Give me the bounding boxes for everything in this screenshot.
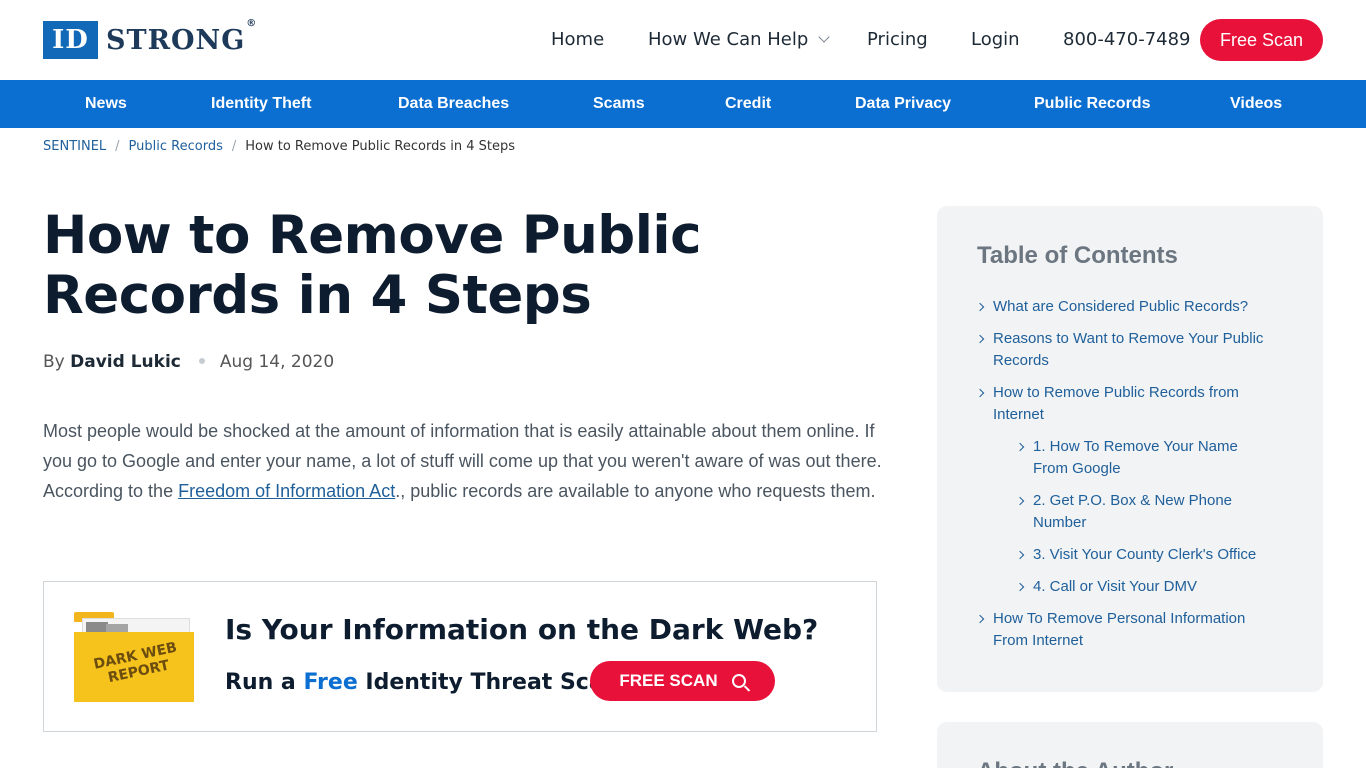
promo-sub-end: Identity Threat Scan <box>357 670 620 695</box>
category-data-breaches[interactable]: Data Breaches <box>398 80 509 128</box>
chevron-right-icon <box>1015 582 1025 592</box>
table-of-contents: Table of Contents What are Considered Pu… <box>937 206 1323 692</box>
toc-subitem[interactable]: 3. Visit Your County Clerk's Office <box>1015 544 1293 566</box>
chevron-down-icon <box>818 31 830 43</box>
category-nav: News Identity Theft Data Breaches Scams … <box>0 80 1366 128</box>
breadcrumb-current: How to Remove Public Records in 4 Steps <box>245 139 515 154</box>
toc-item[interactable]: How to Remove Public Records from Intern… <box>975 382 1283 426</box>
dark-web-report-folder-icon: DARK WEB REPORT <box>74 612 194 702</box>
chevron-right-icon <box>975 302 985 312</box>
chevron-right-icon <box>975 388 985 398</box>
chevron-right-icon <box>1015 442 1025 452</box>
promo-sub-start: Run a <box>225 670 304 695</box>
toc-item-label: Reasons to Want to Remove Your Public Re… <box>993 330 1264 369</box>
toc-item-label: 2. Get P.O. Box & New Phone Number <box>1033 492 1232 531</box>
toc-item[interactable]: How To Remove Personal Information From … <box>975 608 1283 652</box>
nav-phone-link[interactable]: 800-470-7489 <box>1063 28 1191 52</box>
toc-item-label: How to Remove Public Records from Intern… <box>993 384 1239 423</box>
toc-item-label: 3. Visit Your County Clerk's Office <box>1033 546 1257 563</box>
nav-login-link[interactable]: Login <box>971 28 1020 52</box>
intro-text-end: ., public records are available to anyon… <box>395 481 876 501</box>
toc-title: Table of Contents <box>977 242 1178 269</box>
article-intro: Most people would be shocked at the amou… <box>43 416 883 506</box>
category-public-records[interactable]: Public Records <box>1034 80 1150 128</box>
breadcrumb-public-records[interactable]: Public Records <box>129 139 223 154</box>
site-header: ID STRONG ® Home How We Can Help Pricing… <box>0 0 1366 80</box>
toc-item-label: 1. How To Remove Your Name From Google <box>1033 438 1238 477</box>
toc-item[interactable]: What are Considered Public Records? <box>975 296 1293 318</box>
nav-home-link[interactable]: Home <box>551 28 604 52</box>
chevron-right-icon <box>1015 550 1025 560</box>
nav-how-we-can-help-label: How We Can Help <box>648 29 809 50</box>
breadcrumb: SENTINEL / Public Records / How to Remove Pu… <box>43 137 515 157</box>
nav-pricing-link[interactable]: Pricing <box>867 28 928 52</box>
toc-subitem[interactable]: 2. Get P.O. Box & New Phone Number <box>1015 490 1273 534</box>
about-author-panel: About the Author <box>937 722 1323 768</box>
publish-date: Aug 14, 2020 <box>219 352 335 372</box>
chevron-right-icon <box>975 334 985 344</box>
toc-item-label: How To Remove Personal Information From … <box>993 610 1246 649</box>
byline-dot <box>198 358 205 364</box>
category-credit[interactable]: Credit <box>725 80 771 128</box>
promo-sub-free: Free <box>303 670 358 695</box>
top-nav: Home How We Can Help Pricing Login 800-4… <box>0 28 1366 52</box>
nav-how-we-can-help-link[interactable]: How We Can Help <box>648 28 830 52</box>
article-byline: By David Lukic Aug 14, 2020 <box>43 350 334 374</box>
category-videos[interactable]: Videos <box>1230 80 1282 128</box>
free-scan-button[interactable]: Free Scan <box>1200 19 1323 61</box>
promo-button-label: FREE SCAN <box>619 671 718 690</box>
toc-subitem[interactable]: 1. How To Remove Your Name From Google <box>1015 436 1273 480</box>
page-title: How to Remove Public Records in 4 Steps <box>43 205 702 326</box>
breadcrumb-sentinel[interactable]: SENTINEL <box>43 139 106 154</box>
about-author-title: About the Author <box>977 756 1173 768</box>
category-news[interactable]: News <box>85 80 127 128</box>
promo-subheadline: Run a Free Identity Threat Scan <box>225 668 619 698</box>
category-identity-theft[interactable]: Identity Theft <box>211 80 311 128</box>
toc-subitem[interactable]: 4. Call or Visit Your DMV <box>1015 576 1293 598</box>
promo-free-scan-button[interactable]: FREE SCAN <box>590 661 775 701</box>
category-data-privacy[interactable]: Data Privacy <box>855 80 951 128</box>
byline-prefix: By <box>43 352 65 372</box>
toc-item[interactable]: Reasons to Want to Remove Your Public Re… <box>975 328 1293 372</box>
toc-item-label: What are Considered Public Records? <box>993 298 1249 315</box>
toc-item-label: 4. Call or Visit Your DMV <box>1033 578 1197 595</box>
search-icon <box>731 674 746 688</box>
promo-headline: Is Your Information on the Dark Web? <box>225 613 819 646</box>
breadcrumb-separator: / <box>115 139 120 154</box>
dark-web-promo: DARK WEB REPORT Is Your Information on t… <box>43 581 877 732</box>
category-scams[interactable]: Scams <box>593 80 645 128</box>
chevron-right-icon <box>1015 496 1025 506</box>
chevron-right-icon <box>975 614 985 624</box>
foia-link[interactable]: Freedom of Information Act <box>178 481 395 501</box>
author-name[interactable]: David Lukic <box>70 352 181 372</box>
breadcrumb-separator: / <box>231 139 237 154</box>
